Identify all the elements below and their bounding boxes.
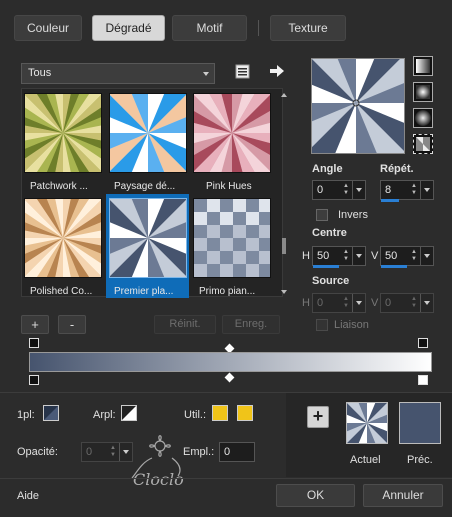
gallery-label: Patchwork ... bbox=[30, 181, 88, 192]
gallery-thumb-premier-plan[interactable] bbox=[78, 168, 218, 308]
center-h-input[interactable]: 50 ▲ ▼ bbox=[312, 246, 366, 266]
current-label: Actuel bbox=[350, 454, 381, 466]
center-v-label: V bbox=[371, 250, 379, 262]
gallery-label: Premier pla... bbox=[114, 286, 174, 297]
center-v-value: 50 bbox=[385, 250, 398, 262]
source-h-input[interactable]: 0 ▲ ▼ bbox=[312, 293, 366, 313]
angle-value: 0 bbox=[317, 184, 324, 196]
spin-arrows-icon[interactable]: ▲ ▼ bbox=[343, 249, 351, 263]
gallery-label: Paysage dé... bbox=[114, 181, 176, 192]
opacity-label: Opacité: bbox=[17, 446, 58, 458]
repeat-slider[interactable] bbox=[381, 199, 399, 202]
gallery-thumb-patchwork[interactable] bbox=[0, 63, 133, 203]
gallery-scrollbar[interactable] bbox=[280, 91, 288, 296]
center-h-label: H bbox=[302, 250, 310, 262]
save-button[interactable]: Enreg. bbox=[222, 315, 280, 334]
category-dropdown-value: Tous bbox=[28, 67, 52, 79]
use-swatch-1[interactable] bbox=[212, 405, 228, 421]
gallery-thumb-pink-hues[interactable] bbox=[162, 63, 302, 203]
sunburst-style-button[interactable] bbox=[413, 134, 433, 154]
center-label: Centre bbox=[312, 227, 347, 239]
location-value: 0 bbox=[224, 446, 231, 458]
chevron-down-icon[interactable] bbox=[420, 181, 433, 199]
center-h-value: 50 bbox=[317, 250, 330, 262]
gradient-stop-bottom-left[interactable] bbox=[29, 375, 39, 385]
remove-gradient-button[interactable]: - bbox=[58, 315, 86, 334]
tab-motif[interactable]: Motif bbox=[172, 15, 247, 41]
repeat-value: 8 bbox=[385, 184, 392, 196]
link-checkbox[interactable] bbox=[316, 319, 328, 331]
center-v-slider[interactable] bbox=[381, 265, 407, 268]
spin-arrows-icon[interactable]: ▲ ▼ bbox=[343, 183, 351, 197]
chevron-down-icon[interactable] bbox=[420, 247, 433, 265]
first-plan-label: 1pl: bbox=[17, 409, 35, 421]
gradient-preview[interactable] bbox=[311, 58, 405, 154]
use-swatch-2[interactable] bbox=[237, 405, 253, 421]
cancel-button[interactable]: Annuler bbox=[363, 484, 443, 507]
back-plan-swatch[interactable] bbox=[121, 405, 137, 421]
category-dropdown[interactable]: Tous bbox=[21, 63, 215, 84]
reset-button[interactable]: Réinit. bbox=[154, 315, 216, 334]
link-label: Liaison bbox=[334, 319, 369, 331]
opacity-value: 0 bbox=[86, 446, 93, 458]
gradient-stop-top-right[interactable] bbox=[418, 338, 428, 348]
invert-checkbox[interactable] bbox=[316, 209, 328, 221]
gallery-label: Polished Co... bbox=[30, 286, 93, 297]
angle-input[interactable]: 0 ▲ ▼ bbox=[312, 180, 366, 200]
linear-style-button[interactable] bbox=[413, 56, 433, 76]
chevron-down-icon[interactable] bbox=[352, 294, 365, 312]
gallery-thumb-polished[interactable] bbox=[0, 168, 133, 308]
back-plan-label: Arpl: bbox=[93, 409, 116, 421]
first-plan-swatch[interactable] bbox=[43, 405, 59, 421]
footer-divider bbox=[0, 478, 452, 479]
ok-button[interactable]: OK bbox=[276, 484, 355, 507]
gradient-stop-top-left[interactable] bbox=[29, 338, 39, 348]
gallery-thumb-primo-piano[interactable] bbox=[193, 198, 272, 278]
help-link[interactable]: Aide bbox=[17, 490, 39, 502]
chevron-down-icon[interactable] bbox=[420, 294, 433, 312]
angle-label: Angle bbox=[312, 163, 343, 175]
add-to-gallery-button[interactable]: + bbox=[307, 406, 329, 428]
center-h-slider[interactable] bbox=[313, 265, 339, 268]
current-swatch[interactable] bbox=[346, 402, 388, 444]
repeat-label: Répét. bbox=[380, 163, 414, 175]
tab-separator bbox=[258, 20, 259, 36]
gallery-label: Pink Hues bbox=[206, 181, 252, 192]
center-v-input[interactable]: 50 ▲ ▼ bbox=[380, 246, 434, 266]
rectangular-style-button[interactable] bbox=[413, 82, 433, 102]
watermark-text: Cloclo bbox=[133, 470, 184, 489]
gallery-thumb-paysage[interactable] bbox=[78, 63, 218, 203]
spin-arrows-icon[interactable]: ▲ ▼ bbox=[343, 296, 351, 310]
gradient-bar[interactable] bbox=[29, 352, 432, 372]
previous-swatch[interactable] bbox=[399, 402, 441, 444]
midpoint-bottom[interactable] bbox=[224, 372, 235, 383]
source-label: Source bbox=[312, 275, 350, 287]
tab-couleur[interactable]: Couleur bbox=[14, 15, 82, 41]
add-gradient-button[interactable]: + bbox=[21, 315, 49, 334]
gradient-stop-bottom-right[interactable] bbox=[418, 375, 428, 385]
previous-label: Préc. bbox=[407, 454, 433, 466]
location-input[interactable]: 0 bbox=[219, 442, 255, 462]
tab-texture[interactable]: Texture bbox=[270, 15, 346, 41]
use-label: Util.: bbox=[184, 409, 206, 421]
source-h-value: 0 bbox=[317, 297, 324, 309]
repeat-input[interactable]: 8 ▲ ▼ bbox=[380, 180, 434, 200]
spin-arrows-icon[interactable]: ▲ ▼ bbox=[411, 183, 419, 197]
radial-style-button[interactable] bbox=[413, 108, 433, 128]
document-list-icon[interactable] bbox=[235, 64, 250, 79]
chevron-down-icon bbox=[203, 72, 209, 76]
spin-arrows-icon[interactable]: ▲ ▼ bbox=[411, 249, 419, 263]
chevron-down-icon[interactable] bbox=[352, 181, 365, 199]
gallery-label: Primo pian... bbox=[199, 286, 256, 297]
invert-label: Invers bbox=[338, 209, 368, 221]
chevron-down-icon[interactable] bbox=[352, 247, 365, 265]
tab-degrade[interactable]: Dégradé bbox=[92, 15, 165, 41]
arrow-right-icon[interactable] bbox=[270, 65, 284, 77]
source-v-input[interactable]: 0 ▲ ▼ bbox=[380, 293, 434, 313]
source-h-label: H bbox=[302, 297, 310, 309]
source-v-label: V bbox=[371, 297, 379, 309]
source-v-value: 0 bbox=[385, 297, 392, 309]
spin-arrows-icon[interactable]: ▲ ▼ bbox=[411, 296, 419, 310]
